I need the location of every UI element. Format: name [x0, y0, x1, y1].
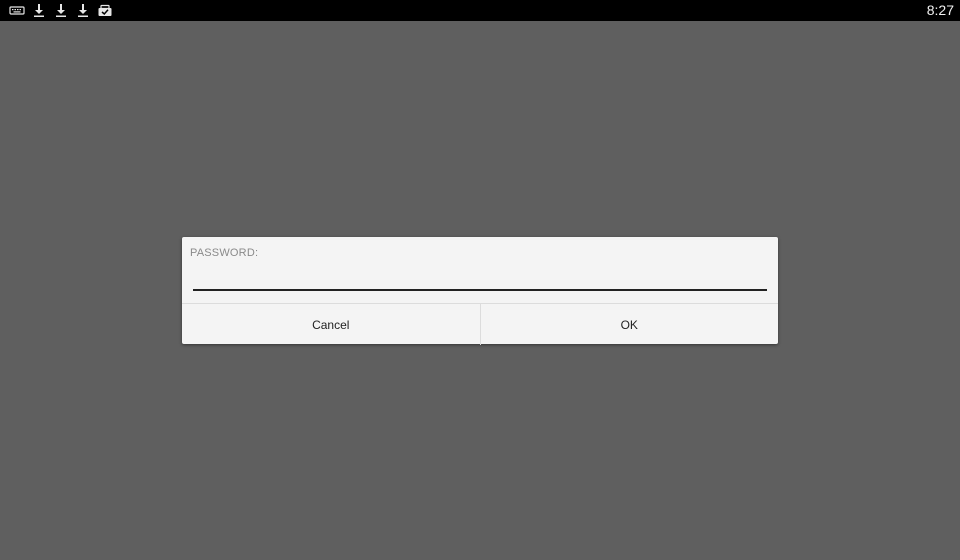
update-icon	[97, 3, 113, 18]
password-dialog: PASSWORD: Cancel OK	[182, 237, 778, 345]
download-icon	[31, 3, 47, 18]
notification-icons	[9, 3, 113, 18]
password-label: PASSWORD:	[190, 247, 259, 259]
download-icon	[53, 3, 69, 18]
password-input[interactable]	[193, 267, 767, 291]
clock: 8:27	[926, 2, 954, 18]
ok-button[interactable]: OK	[479, 304, 779, 345]
status-bar: 8:27	[0, 0, 960, 21]
dialog-button-row: Cancel OK	[182, 303, 778, 345]
keyboard-icon	[9, 3, 25, 18]
cancel-button[interactable]: Cancel	[182, 304, 480, 345]
download-icon	[75, 3, 91, 18]
